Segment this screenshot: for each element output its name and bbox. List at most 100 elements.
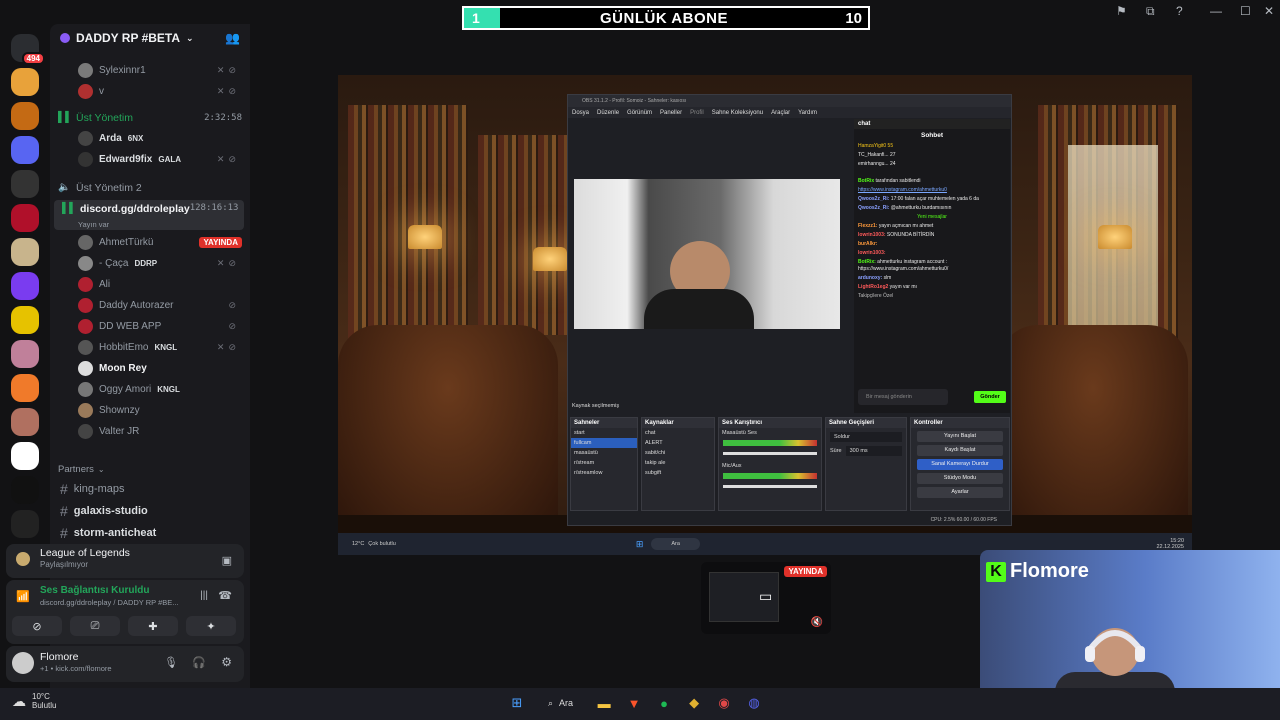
transition-select[interactable]: Soldur: [830, 432, 902, 442]
share-screen-icon[interactable]: ▣: [222, 554, 232, 567]
volume-slider[interactable]: [723, 452, 817, 455]
obs-preview[interactable]: [574, 179, 840, 329]
obs-menu-item[interactable]: Sahne Koleksiyonu: [712, 110, 763, 116]
member-row[interactable]: Daddy Autorazer ⊘: [50, 295, 250, 316]
member-row[interactable]: AhmetTürkü YAYINDA: [50, 232, 250, 253]
muted-speaker-icon[interactable]: 🔇: [811, 617, 823, 628]
minimize-icon[interactable]: —: [1210, 4, 1222, 18]
voice-channel[interactable]: 🔈 Üst Yönetim 2: [50, 177, 250, 198]
obs-menu-item[interactable]: Paneller: [660, 110, 682, 116]
scene-item[interactable]: masaüstü: [571, 448, 637, 458]
camera-off-button[interactable]: ⊘: [12, 616, 62, 636]
text-channel[interactable]: # king-maps: [50, 478, 250, 500]
close-icon[interactable]: ✕: [1264, 4, 1274, 18]
server-red-icon[interactable]: [11, 204, 39, 232]
obs-menu-item[interactable]: Profil: [690, 110, 704, 116]
guild-header[interactable]: DADDY RP #BETA ⌄ 👥: [50, 24, 250, 52]
soundboard-button[interactable]: ✦: [186, 616, 236, 636]
voice-channel[interactable]: ▌▌ Üst Yönetim 2:32:58: [50, 107, 250, 128]
avatar[interactable]: [12, 652, 34, 674]
chat-tab[interactable]: chat: [854, 119, 1010, 129]
obs-menu-item[interactable]: Araçlar: [771, 110, 790, 116]
scene-item[interactable]: r/streamlow: [571, 468, 637, 478]
start-streaming-button[interactable]: Yayını Başlat: [917, 431, 1003, 442]
member-row[interactable]: DD WEB APP ⊘: [50, 316, 250, 337]
screen-icon[interactable]: ⧉: [1146, 4, 1155, 19]
obs-menu-item[interactable]: Yardım: [798, 110, 817, 116]
member-row[interactable]: Arda 6NX: [50, 128, 250, 149]
member-row[interactable]: Edward9fix GALA ✕⊘: [50, 149, 250, 170]
noise-suppression-icon[interactable]: |||: [200, 590, 208, 601]
obs-menu-item[interactable]: Görünüm: [627, 110, 652, 116]
server-yellow-icon[interactable]: [11, 306, 39, 334]
screen-share-preview[interactable]: YAYINDA ▭ 🔇: [701, 562, 831, 634]
mic-icon[interactable]: 🎙: [164, 656, 178, 669]
server-purple-icon[interactable]: [11, 272, 39, 300]
scene-item[interactable]: r/stream: [571, 458, 637, 468]
app-icon[interactable]: ◉: [713, 692, 735, 714]
member-row[interactable]: v ✕⊘: [50, 81, 250, 102]
server-girl-icon[interactable]: [11, 408, 39, 436]
windows-start-icon[interactable]: ⊞: [506, 692, 528, 714]
taskbar-search[interactable]: ⌕ Ara: [536, 692, 585, 714]
voice-connection-title[interactable]: Ses Bağlantısı Kuruldu: [40, 585, 149, 596]
member-row[interactable]: HobbitEmo KNGL ✕⊘: [50, 337, 250, 358]
text-channel[interactable]: # galaxis-studio: [50, 500, 250, 522]
scene-item[interactable]: fullcam: [571, 438, 637, 448]
duration-input[interactable]: 300 ms: [845, 446, 902, 456]
taskbar: ☁ 10°C Bulutlu ⊞ ⌕ Ara ▬ ▼ ● ◆ ◉ ◍: [0, 688, 1280, 720]
server-lion-icon[interactable]: [11, 102, 39, 130]
spotify-icon[interactable]: ●: [653, 692, 675, 714]
inbox-icon[interactable]: ⚑: [1116, 4, 1127, 18]
add-member-icon[interactable]: 👥: [225, 31, 240, 45]
chat-top-user: emirhanngu... 24: [858, 161, 896, 167]
server-tan-icon[interactable]: [11, 238, 39, 266]
source-item[interactable]: sabit/chi: [642, 448, 714, 458]
camera-off-icon: ⊘: [32, 620, 42, 633]
settings-gear-icon[interactable]: ⚙: [221, 655, 232, 669]
settings-button[interactable]: Ayarlar: [917, 487, 1003, 498]
source-item[interactable]: subgift: [642, 468, 714, 478]
member-row[interactable]: - Çaça DDRP ✕⊘: [50, 253, 250, 274]
chat-send-button[interactable]: Gönder: [974, 391, 1006, 403]
screen-share-button[interactable]: ⎚: [70, 616, 120, 636]
obs-menu-item[interactable]: Düzenle: [597, 110, 619, 116]
server-mnq-icon[interactable]: [11, 476, 39, 504]
category-partners[interactable]: Partners ⌄: [50, 462, 250, 476]
maximize-icon[interactable]: ☐: [1240, 4, 1251, 18]
server-dark-icon[interactable]: [11, 170, 39, 198]
source-item[interactable]: takip ale: [642, 458, 714, 468]
headphones-icon[interactable]: 🎧: [192, 656, 206, 669]
chat-input[interactable]: Bir mesaj gönderin: [858, 389, 948, 405]
volume-slider[interactable]: [723, 485, 817, 488]
source-item[interactable]: chat: [642, 428, 714, 438]
server-fox-icon[interactable]: [11, 374, 39, 402]
member-row[interactable]: Oggy Amori KNGL: [50, 379, 250, 400]
server-folder-icon[interactable]: [11, 136, 39, 164]
file-explorer-icon[interactable]: ▬: [593, 692, 615, 714]
server-anime-icon[interactable]: [11, 340, 39, 368]
text-channel[interactable]: # storm-anticheat: [50, 522, 250, 544]
scene-item[interactable]: start: [571, 428, 637, 438]
studio-mode-button[interactable]: Stüdyo Modu: [917, 473, 1003, 484]
brave-icon[interactable]: ▼: [623, 692, 645, 714]
discord-icon[interactable]: ◍: [743, 692, 765, 714]
stop-virtual-camera-button[interactable]: Sanal Kamerayı Durdur: [917, 459, 1003, 470]
weather-widget[interactable]: ☁ 10°C Bulutlu: [12, 692, 56, 710]
source-item[interactable]: ALERT: [642, 438, 714, 448]
member-row[interactable]: Moon Rey: [50, 358, 250, 379]
disconnect-icon[interactable]: ☎: [218, 589, 232, 602]
server-bird-icon[interactable]: [11, 510, 39, 538]
member-row[interactable]: Ali: [50, 274, 250, 295]
member-row[interactable]: Shownzy: [50, 400, 250, 421]
obs-menu-item[interactable]: Dosya: [572, 110, 589, 116]
help-icon[interactable]: ?: [1176, 4, 1183, 18]
app-icon[interactable]: ◆: [683, 692, 705, 714]
discord-home-icon[interactable]: 494: [11, 34, 45, 65]
activities-button[interactable]: ✚: [128, 616, 178, 636]
server-a-icon[interactable]: [11, 442, 39, 470]
server-cat-icon[interactable]: [11, 68, 39, 96]
start-recording-button[interactable]: Kaydı Başlat: [917, 445, 1003, 456]
member-row[interactable]: Sylexinnr1 ✕⊘: [50, 60, 250, 81]
member-row[interactable]: Valter JR: [50, 421, 250, 442]
